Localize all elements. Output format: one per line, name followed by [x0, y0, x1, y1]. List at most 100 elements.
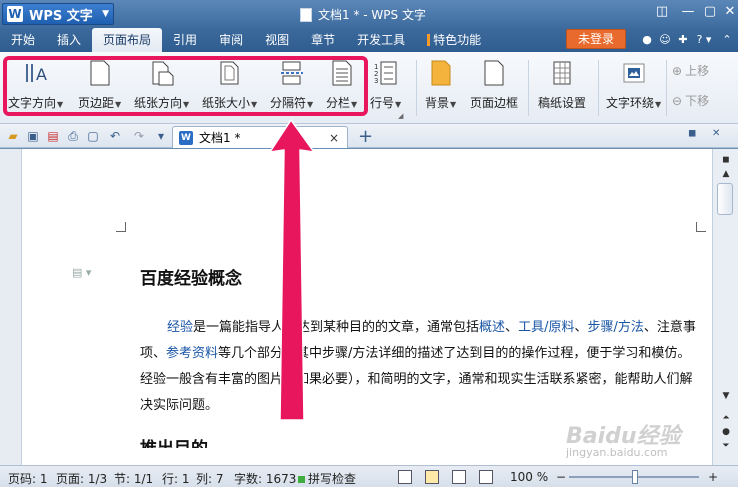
wps-logo-icon: W: [7, 6, 23, 22]
shirt-icon[interactable]: ✚: [676, 33, 690, 47]
fullscreen-view-icon[interactable]: [398, 470, 412, 484]
select-browse-icon[interactable]: ●: [719, 425, 733, 439]
text-wrap-button[interactable]: 文字环绕▼: [606, 58, 661, 118]
print-icon[interactable]: ⎙: [66, 129, 80, 143]
move-down-button[interactable]: ⊖ 下移: [672, 92, 709, 109]
zoom-in-button[interactable]: +: [708, 470, 718, 484]
login-button[interactable]: 未登录: [566, 29, 626, 49]
page-border-icon: [481, 58, 507, 88]
margin-corner-tl: [116, 222, 126, 232]
status-page: 页面: 1/3: [56, 472, 108, 486]
tab-developer[interactable]: 开发工具: [346, 28, 416, 52]
new-tab-button[interactable]: +: [358, 126, 373, 147]
zoom-out-button[interactable]: −: [556, 470, 566, 484]
status-section: 节: 1/1: [114, 472, 154, 486]
move-up-button[interactable]: ⊕ 上移: [672, 62, 709, 79]
ribbon-separator: [416, 60, 417, 116]
title-bar: W WPS 文字 ▼ 文档1 * - WPS 文字 ◫ — ▢ ✕: [0, 0, 738, 28]
export-pdf-icon[interactable]: ▤: [46, 129, 60, 143]
line-numbers-button[interactable]: 123 行号▼: [370, 58, 401, 118]
status-page-code: 页码: 1: [8, 472, 48, 486]
link-buzhou[interactable]: 步骤/方法: [587, 320, 643, 335]
link-gaishu[interactable]: 概述: [479, 320, 505, 335]
window-title: 文档1 * - WPS 文字: [300, 6, 426, 23]
window-title-text: 文档1 * - WPS 文字: [318, 8, 426, 22]
redo-icon[interactable]: ↷: [132, 129, 146, 143]
next-page-icon[interactable]: ⏷: [719, 439, 733, 453]
tab-special-label: 特色功能: [433, 33, 482, 47]
page-border-button[interactable]: 页面边框: [470, 58, 518, 118]
background-button[interactable]: 背景▼: [425, 58, 456, 118]
margin-corner-tr: [696, 222, 706, 232]
outline-view-icon[interactable]: [452, 470, 466, 484]
smile-icon[interactable]: ☺: [658, 33, 672, 47]
tab-special-features[interactable]: 特色功能: [416, 28, 492, 52]
status-bar: 页码: 1 页面: 1/3 节: 1/1 行: 1 列: 7 字数: 1673 …: [0, 465, 738, 487]
line-numbers-icon: 123: [373, 58, 399, 88]
special-bar-icon: [427, 34, 431, 46]
tab-review[interactable]: 审阅: [208, 28, 254, 52]
open-folder-icon[interactable]: ▰: [6, 129, 20, 143]
tab-chapter[interactable]: 章节: [300, 28, 346, 52]
tab-insert[interactable]: 插入: [46, 28, 92, 52]
grid-paper-icon: [549, 58, 575, 88]
scroll-icon-top[interactable]: ◼: [719, 153, 733, 167]
zoom-slider-thumb[interactable]: [632, 470, 638, 484]
document-tab[interactable]: W 文档1 * ×: [172, 126, 348, 148]
ribbon-separator: [528, 60, 529, 116]
link-gongju[interactable]: 工具/原料: [518, 320, 574, 335]
tab-list-icon[interactable]: ◼: [688, 128, 700, 140]
scroll-thumb[interactable]: [717, 183, 733, 215]
tab-page-layout[interactable]: 页面布局: [92, 28, 163, 52]
print-preview-icon[interactable]: ▢: [86, 129, 100, 143]
scroll-up-icon[interactable]: ▲: [719, 167, 733, 181]
web-view-icon[interactable]: [479, 470, 493, 484]
customize-toolbar-icon[interactable]: ▾: [154, 129, 168, 143]
paragraph-handle-icon[interactable]: ▤ ▾: [72, 266, 91, 279]
grid-paper-button[interactable]: 稿纸设置: [538, 58, 586, 118]
page-view-icon[interactable]: [425, 470, 439, 484]
tab-references[interactable]: 引用: [162, 28, 208, 52]
document-paragraph: 经验是一篇能指导人们达到某种目的的文章，通常包括概述、工具/原料、步骤/方法、注…: [140, 320, 696, 413]
settings-icon[interactable]: ●: [640, 33, 654, 47]
move-up-icon: ⊕: [672, 63, 683, 78]
chevron-up-icon[interactable]: ⌃: [720, 33, 734, 47]
spell-check-icon: [298, 476, 305, 483]
left-rail: [0, 149, 22, 465]
link-cankao[interactable]: 参考资料: [166, 346, 218, 361]
text-wrap-icon: [621, 58, 647, 88]
close-button[interactable]: ✕: [718, 4, 738, 22]
move-down-icon: ⊖: [672, 93, 683, 108]
undo-icon[interactable]: ↶: [108, 129, 122, 143]
minimize-button[interactable]: —: [676, 4, 700, 22]
status-word-count: 字数: 1673: [234, 472, 297, 486]
link-jingyan[interactable]: 经验: [167, 320, 193, 335]
app-menu-button[interactable]: W WPS 文字 ▼: [2, 3, 114, 25]
tab-view[interactable]: 视图: [254, 28, 300, 52]
app-name: WPS 文字: [29, 8, 93, 24]
dialog-launcher-icon[interactable]: ◢: [398, 112, 403, 120]
tab-start[interactable]: 开始: [0, 28, 46, 52]
spell-check-toggle[interactable]: 拼写检查: [298, 470, 356, 487]
document-tab-title: 文档1 *: [199, 131, 241, 145]
scroll-down-icon[interactable]: ▼: [719, 389, 733, 403]
ribbon-separator: [666, 60, 667, 116]
vertical-scrollbar[interactable]: ◼ ▲ ▼ ⏶ ● ⏷: [712, 149, 738, 465]
prev-page-icon[interactable]: ⏶: [719, 411, 733, 425]
document-heading-2: 推出目的: [140, 434, 208, 448]
document-icon: [300, 7, 312, 22]
watermark-url: jingyan.baidu.com: [566, 446, 668, 459]
caret-down-icon: ▼: [102, 9, 109, 19]
close-tab-button[interactable]: ×: [329, 131, 339, 145]
word-document-icon: W: [179, 130, 193, 145]
skin-icon[interactable]: ◫: [650, 4, 674, 22]
menu-tab-bar: 开始 插入 页面布局 引用 审阅 视图 章节 开发工具 特色功能: [0, 28, 738, 52]
save-icon[interactable]: ▣: [26, 129, 40, 143]
document-heading: 百度经验概念: [140, 269, 242, 289]
background-icon: [428, 58, 454, 88]
status-column: 列: 7: [196, 472, 224, 486]
highlight-box: [3, 56, 368, 116]
help-icon[interactable]: ? ▾: [694, 33, 714, 47]
zoom-level: 100 %: [510, 470, 549, 484]
close-all-icon[interactable]: ✕: [712, 128, 724, 140]
